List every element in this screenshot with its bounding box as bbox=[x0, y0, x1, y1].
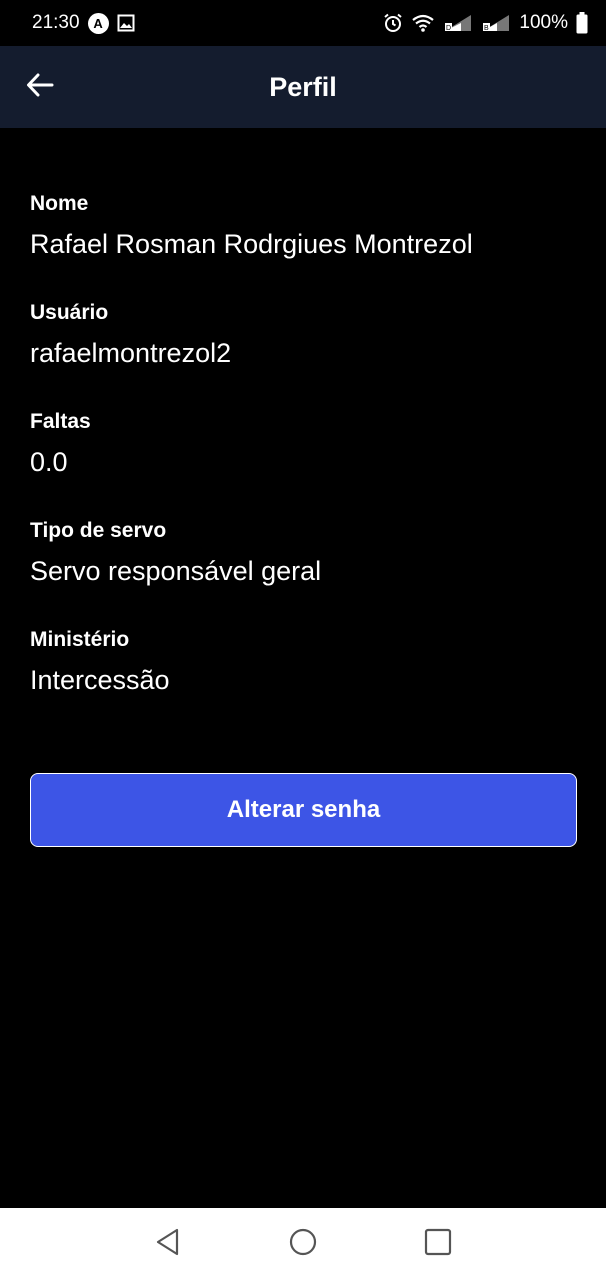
battery-icon bbox=[576, 12, 588, 34]
status-left: 21:30 A bbox=[32, 12, 135, 34]
nav-recents-button[interactable] bbox=[414, 1220, 462, 1268]
field-value: Rafael Rosman Rodrgiues Montrezol bbox=[30, 229, 473, 259]
field-label: Tipo de servo bbox=[30, 519, 167, 542]
change-password-button[interactable]: Alterar senha bbox=[30, 773, 577, 847]
recents-square-icon bbox=[424, 1228, 452, 1261]
field-value: Intercessão bbox=[30, 665, 170, 695]
nav-home-button[interactable] bbox=[279, 1220, 327, 1268]
status-bar: 21:30 A D B 100% bbox=[0, 0, 606, 46]
status-time: 21:30 bbox=[32, 12, 80, 33]
field-absences: Faltas 0.0 bbox=[30, 406, 580, 515]
back-triangle-icon bbox=[155, 1228, 181, 1261]
field-ministry: Ministério Intercessão bbox=[30, 624, 580, 733]
signal-icon: D bbox=[443, 13, 473, 33]
field-label: Ministério bbox=[30, 628, 130, 651]
home-circle-icon bbox=[289, 1228, 317, 1261]
navigation-bar bbox=[0, 1208, 606, 1280]
arrow-left-icon bbox=[26, 73, 54, 102]
app-a-icon: A bbox=[87, 12, 109, 34]
field-username: Usuário rafaelmontrezol2 bbox=[30, 297, 580, 406]
field-servant-type: Tipo de servo Servo responsável geral bbox=[30, 515, 580, 624]
profile-screen: 21:30 A D B 100% Perfil Nome Rafael Rosm… bbox=[0, 0, 606, 1280]
field-value: 0.0 bbox=[30, 447, 68, 477]
field-name: Nome Rafael Rosman Rodrgiues Montrezol bbox=[30, 188, 580, 297]
wifi-icon bbox=[411, 13, 435, 33]
field-label: Nome bbox=[30, 192, 89, 215]
nav-back-button[interactable] bbox=[144, 1220, 192, 1268]
signal-icon: B bbox=[481, 13, 511, 33]
field-label: Faltas bbox=[30, 410, 91, 433]
svg-text:D: D bbox=[446, 25, 451, 32]
app-header: Perfil bbox=[0, 46, 606, 128]
field-label: Usuário bbox=[30, 301, 109, 324]
field-value: rafaelmontrezol2 bbox=[30, 338, 232, 368]
battery-percent: 100% bbox=[519, 12, 568, 33]
page-title: Perfil bbox=[269, 71, 337, 102]
alarm-icon bbox=[383, 13, 403, 33]
profile-details: Nome Rafael Rosman Rodrgiues Montrezol U… bbox=[30, 188, 580, 733]
field-value: Servo responsável geral bbox=[30, 556, 322, 586]
image-icon bbox=[117, 14, 135, 32]
status-right: D B 100% bbox=[383, 12, 588, 34]
svg-text:B: B bbox=[484, 25, 489, 32]
back-button[interactable] bbox=[20, 67, 60, 107]
